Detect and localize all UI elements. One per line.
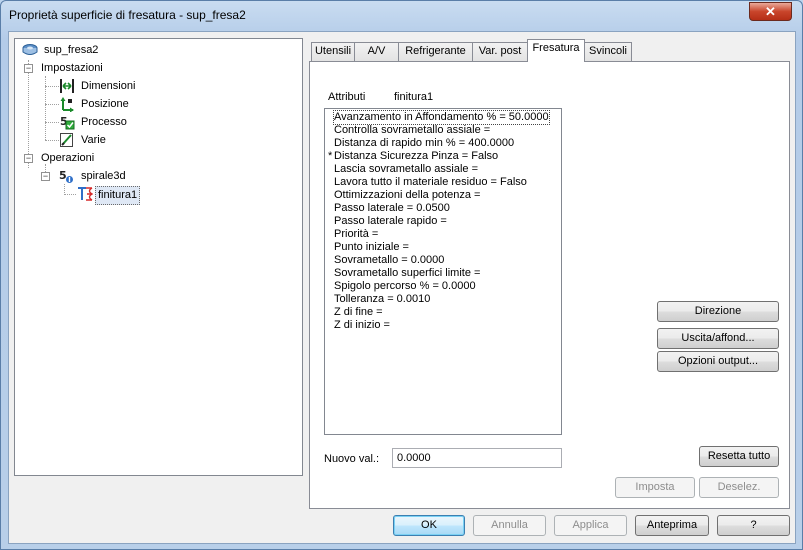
- help-button[interactable]: ?: [717, 515, 790, 536]
- direction-button[interactable]: Direzione: [657, 301, 779, 322]
- list-item-text: Lavora tutto il materiale residuo = Fals…: [334, 176, 527, 188]
- position-icon: [59, 96, 75, 113]
- list-item-text: Sovrametallo superfici limite =: [334, 267, 481, 279]
- tree-item-finitura1[interactable]: finitura1: [77, 186, 277, 205]
- svg-text:5: 5: [59, 169, 67, 182]
- list-item[interactable]: Controlla sovrametallo assiale =: [325, 124, 561, 137]
- dialog-client-area: sup_fresa2 − Impostazioni Dimensioni Pos…: [8, 31, 796, 544]
- tab-fresatura[interactable]: Fresatura: [527, 39, 585, 62]
- finishing-icon: [77, 186, 94, 202]
- output-options-button[interactable]: Opzioni output...: [657, 351, 779, 372]
- list-item-text: Sovrametallo = 0.0000: [334, 254, 445, 266]
- tree-item-varie[interactable]: Varie: [59, 132, 259, 149]
- new-value-label: Nuovo val.:: [324, 453, 380, 465]
- list-item-text: Passo laterale rapido =: [334, 215, 447, 227]
- list-item-text: Ottimizzazioni della potenza =: [334, 189, 481, 201]
- list-item[interactable]: Z di inizio =: [325, 319, 561, 332]
- attributes-value: finitura1: [394, 91, 434, 103]
- list-item-text: Controlla sovrametallo assiale =: [334, 124, 491, 136]
- tree-connector: [45, 86, 59, 87]
- deselect-button[interactable]: Deselez.: [699, 477, 779, 498]
- properties-tree[interactable]: sup_fresa2 − Impostazioni Dimensioni Pos…: [14, 38, 303, 476]
- tab-refrigerante[interactable]: Refrigerante: [398, 42, 473, 61]
- tree-item-label: Varie: [81, 134, 106, 146]
- preview-button[interactable]: Anteprima: [635, 515, 709, 536]
- apply-button[interactable]: Applica: [554, 515, 627, 536]
- tree-connector: [45, 140, 59, 141]
- tree-item-spirale3d[interactable]: − 5 spirale3d: [40, 168, 240, 185]
- list-item[interactable]: Tolleranza = 0.0010: [325, 293, 561, 306]
- tree-root-label: sup_fresa2: [44, 44, 99, 56]
- list-item[interactable]: Sovrametallo superfici limite =: [325, 267, 561, 280]
- dialog-window: Proprietà superficie di fresatura - sup_…: [0, 0, 803, 550]
- list-item-text: Z di inizio =: [334, 319, 390, 331]
- exit-approach-button[interactable]: Uscita/affond...: [657, 328, 779, 349]
- list-item-text: Priorità =: [334, 228, 379, 240]
- surface-icon: [22, 42, 38, 58]
- process-icon: 5: [59, 114, 75, 130]
- dimensions-icon: [59, 78, 75, 94]
- reset-all-button[interactable]: Resetta tutto: [699, 446, 779, 467]
- tree-item-label: Operazioni: [41, 152, 95, 164]
- list-item-text: Distanza Sicurezza Pinza = Falso: [334, 150, 499, 162]
- list-item-text: Passo laterale = 0.0500: [334, 202, 450, 214]
- collapse-icon[interactable]: −: [24, 64, 33, 73]
- tree-item-operazioni[interactable]: − Operazioni: [23, 150, 223, 167]
- list-item[interactable]: Lavora tutto il materiale residuo = Fals…: [325, 176, 561, 189]
- cancel-button[interactable]: Annulla: [473, 515, 546, 536]
- list-item[interactable]: Ottimizzazioni della potenza =: [325, 189, 561, 202]
- tree-item-dimensioni[interactable]: Dimensioni: [59, 78, 259, 95]
- list-item[interactable]: Sovrametallo = 0.0000: [325, 254, 561, 267]
- tab-panel-fresatura: Attributi finitura1 Avanzamento in Affon…: [309, 61, 790, 509]
- list-item[interactable]: Lascia sovrametallo assiale =: [325, 163, 561, 176]
- window-title: Proprietà superficie di fresatura - sup_…: [9, 8, 246, 22]
- tree-root[interactable]: sup_fresa2: [22, 42, 222, 59]
- ok-button[interactable]: OK: [393, 515, 465, 536]
- list-item[interactable]: Avanzamento in Affondamento % = 50.0000: [325, 110, 561, 125]
- list-item-text: Avanzamento in Affondamento % = 50.0000: [333, 110, 550, 125]
- tree-connector: [45, 122, 59, 123]
- tree-item-impostazioni[interactable]: − Impostazioni: [23, 60, 223, 77]
- tree-item-label: Posizione: [81, 98, 129, 110]
- list-item[interactable]: * Distanza Sicurezza Pinza = Falso: [325, 150, 561, 163]
- tree-item-posizione[interactable]: Posizione: [59, 96, 259, 113]
- misc-icon: [59, 132, 75, 148]
- tree-connector: [45, 104, 59, 105]
- collapse-icon[interactable]: −: [24, 154, 33, 163]
- tree-connector: [64, 194, 76, 195]
- collapse-icon[interactable]: −: [41, 172, 50, 181]
- tab-control: Utensili A/V Refrigerante Var. post Fres…: [309, 39, 790, 509]
- list-item[interactable]: Punto iniziale =: [325, 241, 561, 254]
- attributes-label: Attributi: [328, 91, 366, 103]
- list-item[interactable]: Spigolo percorso % = 0.0000: [325, 280, 561, 293]
- attributes-listbox[interactable]: Avanzamento in Affondamento % = 50.0000 C…: [324, 108, 562, 435]
- tree-item-label: Processo: [81, 116, 127, 128]
- tree-item-label: finitura1: [95, 186, 141, 205]
- tab-utensili[interactable]: Utensili: [311, 42, 355, 61]
- close-icon: ✕: [765, 4, 776, 19]
- tree-item-label: Dimensioni: [81, 80, 136, 92]
- tab-var-post[interactable]: Var. post: [472, 42, 528, 61]
- title-bar[interactable]: Proprietà superficie di fresatura - sup_…: [1, 1, 802, 31]
- list-item-text: Tolleranza = 0.0010: [334, 293, 431, 305]
- tab-svincoli[interactable]: Svincoli: [584, 42, 632, 61]
- tree-item-label: spirale3d: [81, 170, 126, 182]
- operation-icon: 5: [58, 168, 74, 184]
- list-item[interactable]: Passo laterale = 0.0500: [325, 202, 561, 215]
- tree-item-processo[interactable]: 5 Processo: [59, 114, 259, 131]
- tab-av[interactable]: A/V: [354, 42, 399, 61]
- new-value-input[interactable]: 0.0000: [392, 448, 562, 468]
- list-item[interactable]: Priorità =: [325, 228, 561, 241]
- list-item[interactable]: Passo laterale rapido =: [325, 215, 561, 228]
- list-item-text: Z di fine =: [334, 306, 383, 318]
- set-button[interactable]: Imposta: [615, 477, 695, 498]
- list-item-text: Distanza di rapido min % = 400.0000: [334, 137, 515, 149]
- list-item[interactable]: Distanza di rapido min % = 400.0000: [325, 137, 561, 150]
- list-item-text: Lascia sovrametallo assiale =: [334, 163, 478, 175]
- list-item[interactable]: Z di fine =: [325, 306, 561, 319]
- tree-item-label: Impostazioni: [41, 62, 103, 74]
- list-item-text: Spigolo percorso % = 0.0000: [334, 280, 476, 292]
- close-button[interactable]: ✕: [749, 2, 792, 21]
- list-item-text: Punto iniziale =: [334, 241, 409, 253]
